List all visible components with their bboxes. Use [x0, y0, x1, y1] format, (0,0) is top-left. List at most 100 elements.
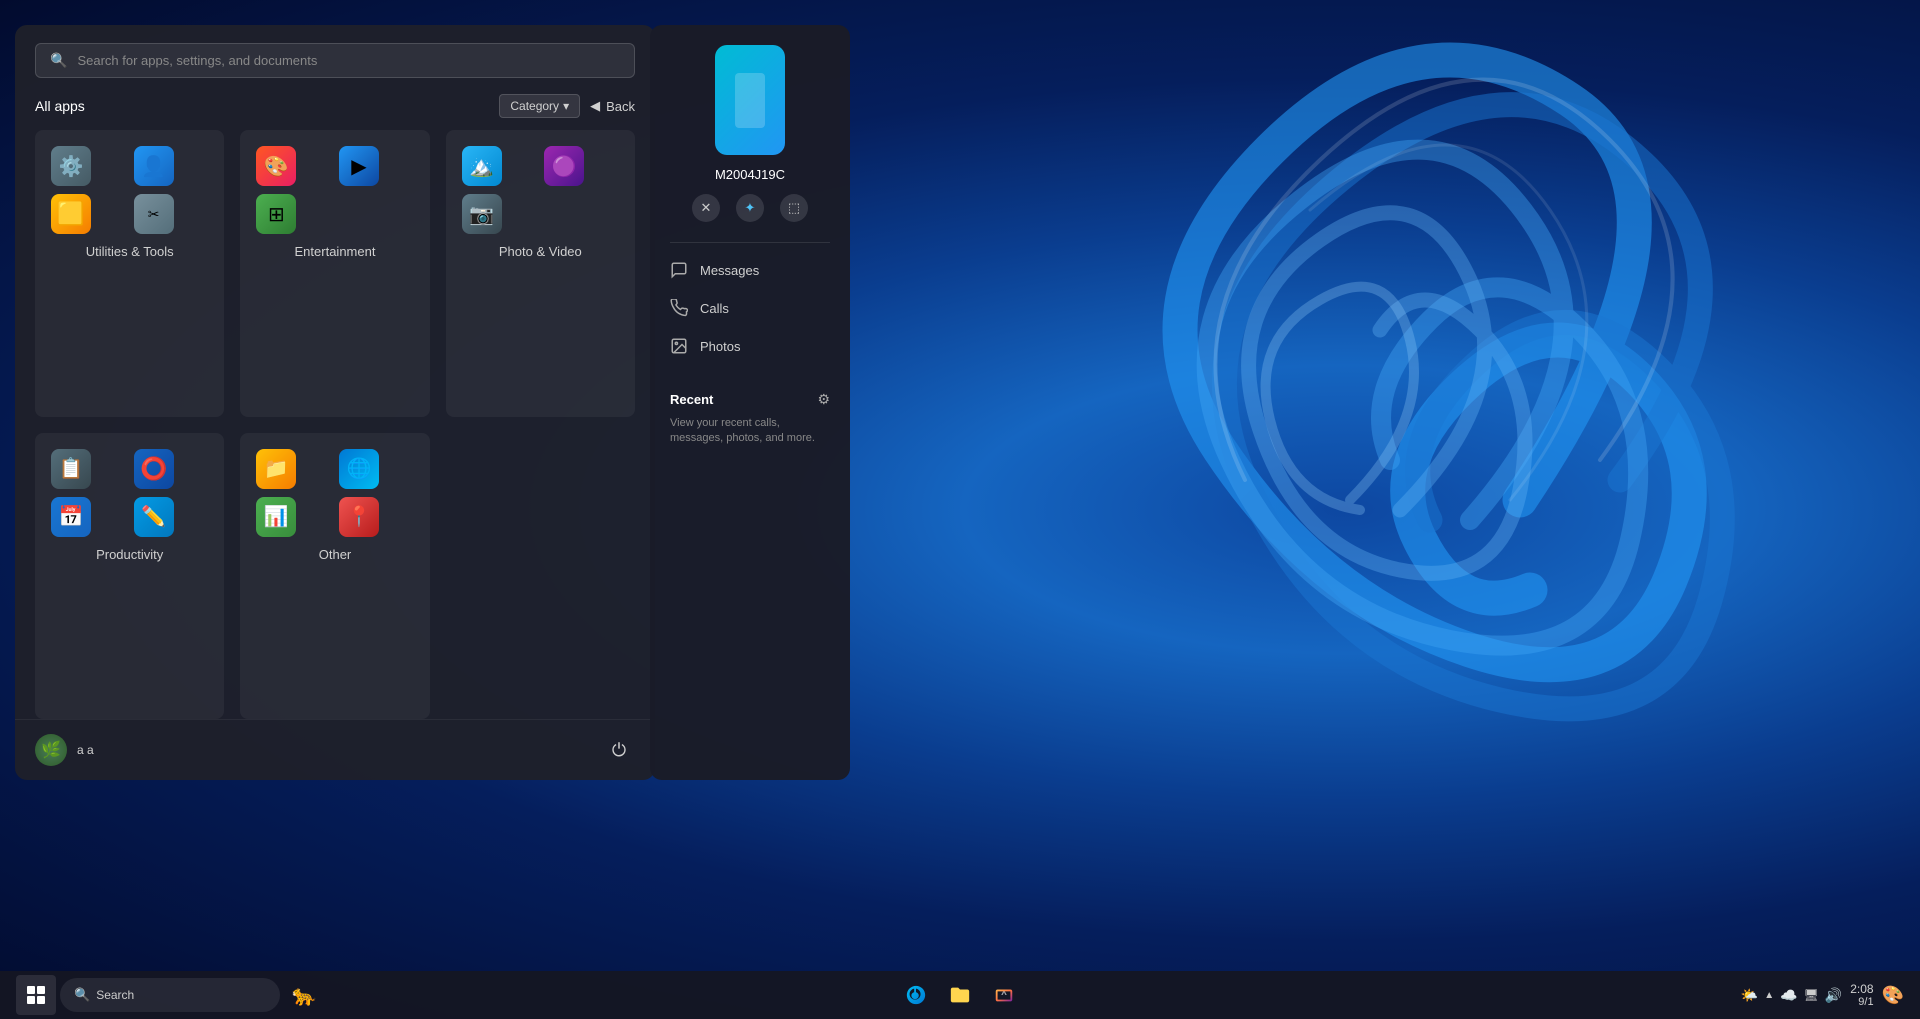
category-photo-video[interactable]: 🏔️ 🟣 📷 Photo & Video	[446, 130, 635, 417]
bar-icon: 📊	[256, 497, 296, 537]
back-button[interactable]: ◀ Back	[590, 98, 635, 114]
recent-settings-icon[interactable]: ⚙	[817, 391, 830, 408]
power-button[interactable]: ⏻	[603, 734, 635, 766]
phone-bluetooth-icon[interactable]: ✦	[736, 194, 764, 222]
pencil-icon: ✏️	[134, 497, 174, 537]
task-view-icon: 🐆	[292, 983, 317, 1008]
divider	[670, 242, 830, 243]
productivity-label: Productivity	[51, 547, 208, 562]
user-name: a a	[77, 743, 94, 757]
edge-taskbar-icon	[905, 984, 927, 1006]
store-taskbar-button[interactable]	[984, 975, 1024, 1015]
taskbar: 🔍 Search 🐆	[0, 971, 1920, 1019]
color-picker-icon[interactable]: 🎨	[1882, 985, 1904, 1006]
task-view-button[interactable]: 🐆	[284, 975, 324, 1015]
win-logo-cell-4	[37, 996, 45, 1004]
search-bar-container: 🔍	[15, 25, 655, 90]
calls-icon	[670, 299, 688, 317]
taskbar-center	[896, 975, 1024, 1015]
windows-logo	[27, 986, 45, 1004]
photo-video-label: Photo & Video	[462, 244, 619, 259]
category-productivity[interactable]: 📋 ⭕ 📅 ✏️ Productivity	[35, 433, 224, 720]
phone-panel: M2004J19C ✕ ✦ ⬚ Messages Calls Photos Re…	[650, 25, 850, 780]
snip-icon: ✂	[134, 194, 174, 234]
volume-icon[interactable]: 🔊	[1825, 987, 1842, 1004]
camera-icon: 📷	[462, 194, 502, 234]
clock-date: 9/1	[1858, 996, 1873, 1008]
sticky-notes-icon: 🟨	[51, 194, 91, 234]
category-other[interactable]: 📁 🌐 📊 📍 Other	[240, 433, 429, 720]
messages-icon	[670, 261, 688, 279]
start-footer: 🌿 a a ⏻	[15, 719, 655, 780]
edge-taskbar-button[interactable]	[896, 975, 936, 1015]
film-icon: 🟣	[544, 146, 584, 186]
photos-icon: 🏔️	[462, 146, 502, 186]
start-button[interactable]	[16, 975, 56, 1015]
settings-icon: ⚙️	[51, 146, 91, 186]
phone-action-icons: ✕ ✦ ⬚	[692, 194, 808, 222]
file-explorer-icon	[949, 984, 971, 1006]
taskbar-search-icon: 🔍	[74, 987, 90, 1003]
arrow-up-icon[interactable]: ▲	[1764, 990, 1774, 1001]
other-label: Other	[256, 547, 413, 562]
phone-device-icon	[715, 45, 785, 155]
other-icons: 📁 🌐 📊 📍	[256, 449, 413, 537]
photo-video-icons: 🏔️ 🟣 📷	[462, 146, 619, 234]
search-input-wrap[interactable]: 🔍	[35, 43, 635, 78]
user-avatar: 🌿	[35, 734, 67, 766]
photos-icon	[670, 337, 688, 355]
utilities-icons: ⚙️ 👤 🟨 ✂	[51, 146, 208, 234]
category-utilities-tools[interactable]: ⚙️ 👤 🟨 ✂ Utilities & Tools	[35, 130, 224, 417]
clock-time: 2:08	[1850, 982, 1873, 996]
category-entertainment[interactable]: 🎨 ▶ ⊞ Entertainment	[240, 130, 429, 417]
phone-device-name: M2004J19C	[715, 167, 785, 182]
start-menu: 🔍 All apps Category ▾ ◀ Back ⚙️ 👤 🟨 ✂	[15, 25, 655, 780]
loading-icon: ⭕	[134, 449, 174, 489]
search-input[interactable]	[77, 53, 620, 68]
taskbar-left: 🔍 Search 🐆	[16, 975, 324, 1015]
clock-area[interactable]: 2:08 9/1	[1850, 982, 1873, 1008]
movies-icon: ▶	[339, 146, 379, 186]
phone-close-icon[interactable]: ✕	[692, 194, 720, 222]
all-apps-label: All apps	[35, 98, 85, 114]
win-logo-cell-2	[37, 986, 45, 994]
taskbar-search[interactable]: 🔍 Search	[60, 978, 280, 1012]
weather-tray-icon[interactable]: 🌤️	[1741, 987, 1758, 1004]
user-area[interactable]: 🌿 a a	[35, 734, 94, 766]
apps-grid: ⚙️ 👤 🟨 ✂ Utilities & Tools 🎨 ▶ ⊞ Enterta…	[15, 130, 655, 719]
folder-icon: 📁	[256, 449, 296, 489]
calendar-icon: 📅	[51, 497, 91, 537]
photos-label: Photos	[700, 339, 740, 354]
notepad-icon: 📋	[51, 449, 91, 489]
search-icon: 🔍	[50, 52, 67, 69]
file-explorer-taskbar-button[interactable]	[940, 975, 980, 1015]
taskbar-search-label: Search	[96, 988, 134, 1002]
system-tray: 🌤️ ▲ ☁️ 🖥 🔊	[1741, 987, 1842, 1004]
calls-label: Calls	[700, 301, 729, 316]
maps-icon: 📍	[339, 497, 379, 537]
calls-menu-item[interactable]: Calls	[650, 289, 850, 327]
paint-icon: 🎨	[256, 146, 296, 186]
edge-icon: 🌐	[339, 449, 379, 489]
network-icon[interactable]: 🖥	[1804, 988, 1819, 1002]
recent-header: Recent ⚙	[670, 391, 830, 408]
back-arrow-icon: ◀	[590, 98, 600, 114]
recent-title: Recent	[670, 392, 713, 407]
win-logo-cell-3	[27, 996, 35, 1004]
win-logo-cell-1	[27, 986, 35, 994]
onedrive-icon[interactable]: ☁️	[1780, 987, 1797, 1004]
apps-header: All apps Category ▾ ◀ Back	[15, 90, 655, 130]
photos-menu-item[interactable]: Photos	[650, 327, 850, 365]
taskbar-right: 🌤️ ▲ ☁️ 🖥 🔊 2:08 9/1 🎨	[1741, 982, 1904, 1008]
recent-section: Recent ⚙ View your recent calls, message…	[650, 375, 850, 455]
productivity-icons: 📋 ⭕ 📅 ✏️	[51, 449, 208, 537]
chevron-down-icon: ▾	[563, 99, 569, 113]
messages-menu-item[interactable]: Messages	[650, 251, 850, 289]
category-button[interactable]: Category ▾	[499, 94, 580, 118]
xbox-icon: ⊞	[256, 194, 296, 234]
utilities-tools-label: Utilities & Tools	[51, 244, 208, 259]
entertainment-icons: 🎨 ▶ ⊞	[256, 146, 413, 234]
people-icon: 👤	[134, 146, 174, 186]
phone-mirror-icon[interactable]: ⬚	[780, 194, 808, 222]
entertainment-label: Entertainment	[256, 244, 413, 259]
